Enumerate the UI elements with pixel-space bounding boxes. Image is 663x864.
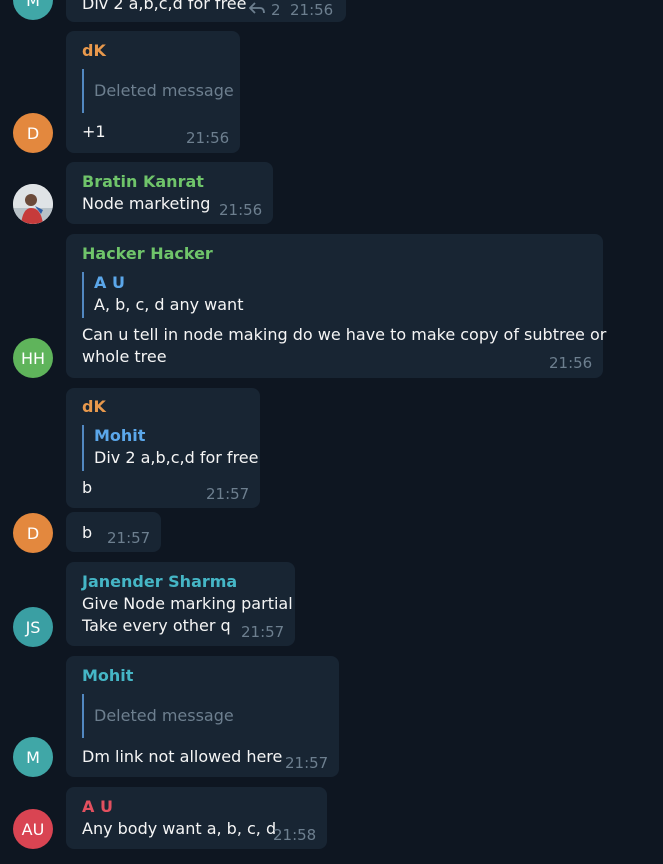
message-bubble[interactable]: A U Any body want a, b, c, d 21:58 (66, 787, 327, 849)
avatar-initials: M (26, 0, 40, 10)
avatar-initials: M (26, 747, 40, 767)
avatar-m[interactable]: M (13, 737, 53, 777)
message-time: 21:58 (273, 826, 317, 844)
message-text: Dm link not allowed here (82, 747, 283, 766)
message-text: Node marketing (82, 194, 211, 213)
sender-name[interactable]: A U (82, 796, 113, 818)
avatar-js[interactable]: JS (13, 607, 53, 647)
message-time: 21:57 (206, 485, 250, 503)
message-time: 21:56 (186, 129, 230, 147)
avatar-initials: JS (25, 617, 41, 637)
message-time: 21:56 (549, 354, 593, 372)
avatar-d[interactable]: D (13, 513, 53, 553)
avatar-initials: AU (21, 819, 45, 839)
deleted-message-text: Deleted message (94, 706, 234, 725)
sender-name[interactable]: Hacker Hacker (82, 243, 213, 265)
message-bubble[interactable]: Janender Sharma Give Node marking partia… (66, 562, 295, 646)
sender-name[interactable]: Janender Sharma (82, 571, 237, 593)
message-bubble[interactable]: Hacker Hacker A U A, b, c, d any want Ca… (66, 234, 607, 378)
quote-sender: A U (94, 273, 125, 292)
reply-quote[interactable]: Mohit Div 2 a,b,c,d for free (82, 425, 258, 471)
message-text: b (82, 523, 93, 542)
message-bubble[interactable]: Div 2 a,b,c,d for free 2 21:56 (66, 0, 346, 22)
message-bubble[interactable]: dK Deleted message +1 21:56 (66, 31, 240, 153)
message-text: Any body want a, b, c, d (82, 819, 277, 838)
avatar-m[interactable]: M (13, 0, 53, 20)
message-bubble[interactable]: Bratin Kanrat Node marketing 21:56 (66, 162, 273, 224)
reply-arrow-icon[interactable] (249, 1, 265, 15)
message-text: +1 (82, 122, 106, 141)
message-time: 21:57 (241, 623, 285, 641)
sender-name[interactable]: dK (82, 40, 106, 62)
message-bubble[interactable]: b 21:57 (66, 512, 161, 552)
quote-text: A, b, c, d any want (94, 295, 244, 314)
sender-name[interactable]: Bratin Kanrat (82, 171, 204, 193)
quote-sender: Mohit (94, 426, 146, 445)
avatar-au[interactable]: AU (13, 809, 53, 849)
reply-count: 2 (271, 1, 281, 19)
message-time: 21:57 (107, 529, 151, 547)
avatar-hh[interactable]: HH (13, 338, 53, 378)
sender-name[interactable]: Mohit (82, 665, 133, 687)
reply-quote[interactable]: Deleted message (82, 69, 234, 113)
message-text-line: Can u tell in node making do we have to … (82, 325, 607, 344)
message-text-line: Take every other q (82, 616, 231, 635)
message-text-line: Give Node marking partial (82, 594, 293, 613)
reply-quote[interactable]: A U A, b, c, d any want (82, 272, 244, 318)
message-time: 21:56 (219, 201, 263, 219)
message-text: b (82, 478, 93, 497)
avatar-initials: D (26, 523, 40, 543)
quote-text: Div 2 a,b,c,d for free (94, 448, 259, 467)
avatar-initials: D (26, 123, 40, 143)
message-time: 21:57 (285, 754, 329, 772)
avatar-d[interactable]: D (13, 113, 53, 153)
sender-name[interactable]: dK (82, 396, 106, 418)
deleted-message-text: Deleted message (94, 81, 234, 100)
avatar-initials: HH (20, 348, 46, 368)
reply-quote[interactable]: Deleted message (82, 694, 234, 738)
message-time: 21:56 (290, 1, 334, 19)
message-bubble[interactable]: dK Mohit Div 2 a,b,c,d for free b 21:57 (66, 388, 260, 508)
message-text: Div 2 a,b,c,d for free (82, 0, 247, 13)
message-text-line: whole tree (82, 347, 167, 366)
message-bubble[interactable]: Mohit Deleted message Dm link not allowe… (66, 656, 339, 777)
avatar-photo[interactable] (13, 184, 53, 224)
profile-photo-icon (13, 184, 53, 224)
